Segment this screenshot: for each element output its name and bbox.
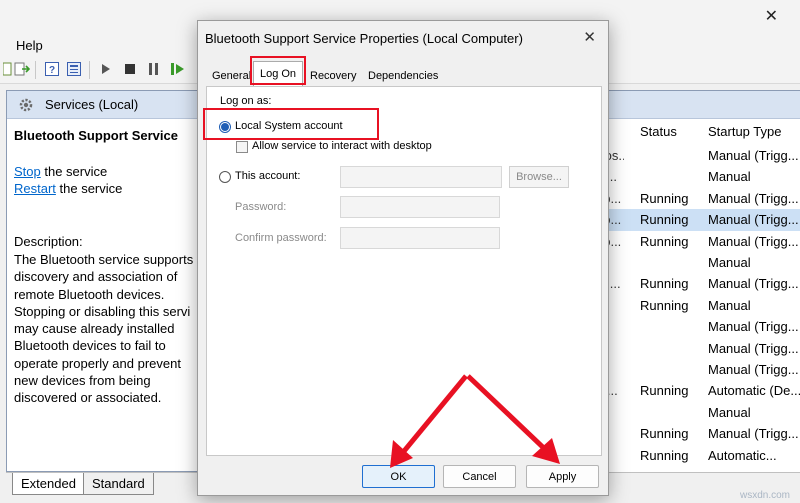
- table-row[interactable]: pp...RunningManual (Trigg...: [596, 188, 800, 209]
- ok-button[interactable]: OK: [362, 465, 435, 488]
- svg-text:?: ?: [49, 65, 55, 76]
- stop-icon[interactable]: [122, 61, 138, 77]
- stop-service-row: Stop the service: [14, 164, 107, 179]
- startup-type-cell: Manual (Trigg...: [708, 340, 799, 356]
- export-list-icon[interactable]: [14, 61, 30, 77]
- status-cell: Running: [640, 212, 689, 228]
- table-row[interactable]: ...Manual (Trigg...: [596, 316, 800, 337]
- startup-type-cell: Manual (Trigg...: [708, 148, 799, 163]
- column-header-startup-type[interactable]: Startup Type: [708, 124, 781, 139]
- startup-type-cell: Manual (Trigg...: [708, 319, 799, 335]
- table-row[interactable]: ...RunningManual: [596, 295, 800, 316]
- startup-type-cell: Manual: [708, 255, 751, 270]
- this-account-radio[interactable]: [219, 171, 231, 183]
- stop-service-text: the service: [40, 164, 108, 179]
- table-row[interactable]: Pos...Manual (Trigg...: [596, 145, 800, 166]
- status-cell: Running: [640, 426, 689, 442]
- description-line: operate properly and prevent: [14, 355, 181, 371]
- startup-type-cell: Manual: [708, 404, 751, 420]
- close-icon[interactable]: ✕: [765, 6, 778, 26]
- tab-standard[interactable]: Standard: [83, 473, 154, 495]
- description-line: Stopping or disabling this servi: [14, 303, 191, 319]
- service-name-heading: Bluetooth Support Service: [14, 128, 178, 143]
- table-row[interactable]: po...RunningManual (Trigg...: [596, 231, 800, 252]
- status-cell: Running: [640, 447, 689, 463]
- log-on-tab-highlight: [250, 56, 306, 85]
- help-icon[interactable]: ?: [44, 61, 60, 77]
- allow-interact-checkbox[interactable]: [236, 141, 248, 153]
- account-field[interactable]: [340, 166, 502, 188]
- cancel-button[interactable]: Cancel: [443, 465, 516, 488]
- tab-extended[interactable]: Extended: [12, 473, 85, 495]
- description-line: discovered or associated.: [14, 390, 162, 406]
- local-system-highlight: [203, 108, 379, 140]
- this-account-label[interactable]: This account:: [235, 170, 300, 182]
- apply-button[interactable]: Apply: [526, 465, 599, 488]
- description-line: remote Bluetooth devices.: [14, 286, 165, 302]
- tab-recovery[interactable]: Recovery: [308, 66, 358, 86]
- table-row[interactable]: ...Manual: [596, 402, 800, 423]
- close-icon[interactable]: ✕: [583, 28, 596, 46]
- browse-button[interactable]: Browse...: [509, 166, 569, 188]
- dialog-title: Bluetooth Support Service Properties (Lo…: [205, 31, 523, 46]
- allow-interact-label[interactable]: Allow service to interact with desktop: [252, 140, 432, 152]
- service-details-pane: Services (Local) Bluetooth Support Servi…: [6, 90, 202, 472]
- confirm-password-field[interactable]: [340, 227, 500, 249]
- description-line: may cause already installed: [14, 321, 175, 337]
- table-row[interactable]: oo...RunningManual (Trigg...: [596, 209, 800, 231]
- status-cell: Running: [640, 297, 689, 313]
- services-local-label: Services (Local): [45, 97, 139, 112]
- properties-dialog: Bluetooth Support Service Properties (Lo…: [197, 20, 609, 496]
- description-line: Bluetooth devices to fail to: [14, 338, 166, 354]
- startup-type-cell: Manual (Trigg...: [708, 212, 799, 228]
- tab-general[interactable]: General: [210, 66, 253, 86]
- description-line: discovery and association of: [14, 269, 178, 285]
- table-row[interactable]: ...RunningManual (Trigg...: [596, 423, 800, 444]
- menu-help[interactable]: Help: [16, 38, 43, 53]
- startup-type-cell: Automatic (De...: [708, 383, 800, 399]
- table-row[interactable]: ...Manual (Trigg...: [596, 359, 800, 380]
- table-row[interactable]: ...Manual (Trigg...: [596, 338, 800, 359]
- confirm-password-label: Confirm password:: [235, 232, 327, 244]
- table-row[interactable]: er...RunningAutomatic (De...: [596, 380, 800, 401]
- table-row[interactable]: rvi...RunningManual (Trigg...: [596, 273, 800, 294]
- startup-type-cell: Automatic...: [708, 447, 777, 463]
- services-local-header: Services (Local): [7, 91, 201, 119]
- description-line: new devices from being: [14, 373, 151, 389]
- description-line: The Bluetooth service supports: [14, 252, 194, 267]
- restart-service-row: Restart the service: [14, 181, 122, 196]
- startup-type-cell: Manual (Trigg...: [708, 276, 799, 292]
- startup-type-cell: Manual: [708, 169, 751, 185]
- log-on-panel: Log on as: Local System account Allow se…: [206, 86, 602, 456]
- properties-icon[interactable]: [66, 61, 82, 77]
- password-label: Password:: [235, 201, 287, 213]
- password-field[interactable]: [340, 196, 500, 218]
- restart-icon[interactable]: [170, 61, 186, 77]
- status-cell: Running: [640, 276, 689, 292]
- startup-type-cell: Manual: [708, 297, 751, 313]
- status-cell: Running: [640, 233, 689, 249]
- startup-type-cell: Manual (Trigg...: [708, 426, 799, 442]
- pause-icon[interactable]: [146, 61, 162, 77]
- restart-service-link[interactable]: Restart: [14, 181, 56, 196]
- startup-type-cell: Manual (Trigg...: [708, 190, 799, 206]
- startup-type-cell: Manual (Trigg...: [708, 362, 799, 377]
- table-row[interactable]: ...RunningAutomatic...: [596, 445, 800, 466]
- status-cell: Running: [640, 190, 689, 206]
- restart-service-text: the service: [55, 181, 123, 196]
- watermark: wsxdn.com: [739, 490, 790, 501]
- column-header-status[interactable]: Status: [640, 124, 677, 139]
- table-row[interactable]: ...Manual: [596, 252, 800, 273]
- table-row[interactable]: G...Manual: [596, 166, 800, 187]
- tab-dependencies[interactable]: Dependencies: [366, 66, 440, 86]
- gear-icon: [17, 96, 35, 114]
- log-on-as-label: Log on as:: [220, 95, 272, 107]
- status-cell: Running: [640, 383, 689, 399]
- startup-type-cell: Manual (Trigg...: [708, 233, 799, 249]
- description-text: The Bluetooth service supports discovery…: [14, 251, 202, 407]
- start-icon[interactable]: [98, 61, 114, 77]
- description-label: Description:: [14, 234, 83, 249]
- stop-service-link[interactable]: Stop: [14, 164, 41, 179]
